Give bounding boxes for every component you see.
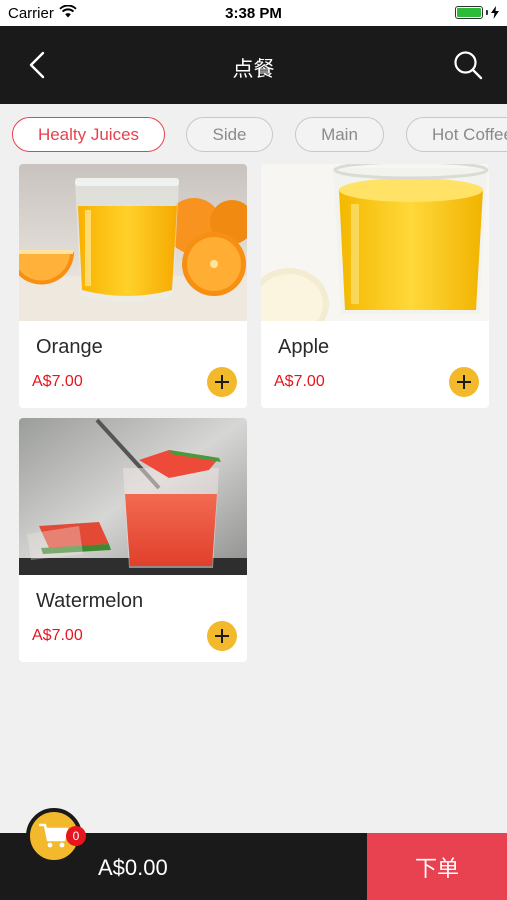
status-time: 3:38 PM xyxy=(225,5,282,22)
category-tabs: Healty Juices Side Main Hot Coffee xyxy=(0,104,507,162)
product-card-apple[interactable]: Apple A$7.00 xyxy=(261,164,489,408)
tab-hot-coffee[interactable]: Hot Coffee xyxy=(406,117,507,152)
add-to-cart-button[interactable] xyxy=(449,367,479,397)
search-button[interactable] xyxy=(451,48,485,82)
status-bar: Carrier 3:38 PM xyxy=(0,0,507,26)
add-to-cart-button[interactable] xyxy=(207,367,237,397)
place-order-button[interactable]: 下单 xyxy=(367,833,507,900)
product-price: A$7.00 xyxy=(274,373,325,390)
plus-icon xyxy=(215,375,229,389)
tab-side[interactable]: Side xyxy=(186,117,273,152)
cart-count-badge: 0 xyxy=(66,826,86,846)
plus-icon xyxy=(215,629,229,643)
battery-icon xyxy=(455,6,499,19)
product-name: Orange xyxy=(36,336,103,358)
tab-main[interactable]: Main xyxy=(295,117,384,152)
product-card-orange[interactable]: Orange A$7.00 xyxy=(19,164,247,408)
nav-bar: 点餐 xyxy=(0,26,507,104)
search-icon xyxy=(454,51,483,80)
product-price: A$7.00 xyxy=(32,627,83,644)
add-to-cart-button[interactable] xyxy=(207,621,237,651)
plus-icon xyxy=(457,375,471,389)
charging-icon xyxy=(491,6,499,19)
watermelon-juice-image xyxy=(19,418,247,575)
product-name: Watermelon xyxy=(36,590,144,612)
product-name: Apple xyxy=(278,336,330,358)
cart-icon xyxy=(39,823,69,848)
product-price: A$7.00 xyxy=(32,373,83,390)
apple-juice-image xyxy=(261,164,489,340)
cart-total: A$0.00 xyxy=(98,855,168,880)
orange-juice-image xyxy=(19,164,247,321)
tab-healthy-juices[interactable]: Healty Juices xyxy=(12,117,165,152)
product-card-watermelon[interactable]: Watermelon A$7.00 xyxy=(19,418,247,662)
page-title: 点餐 xyxy=(232,57,275,81)
